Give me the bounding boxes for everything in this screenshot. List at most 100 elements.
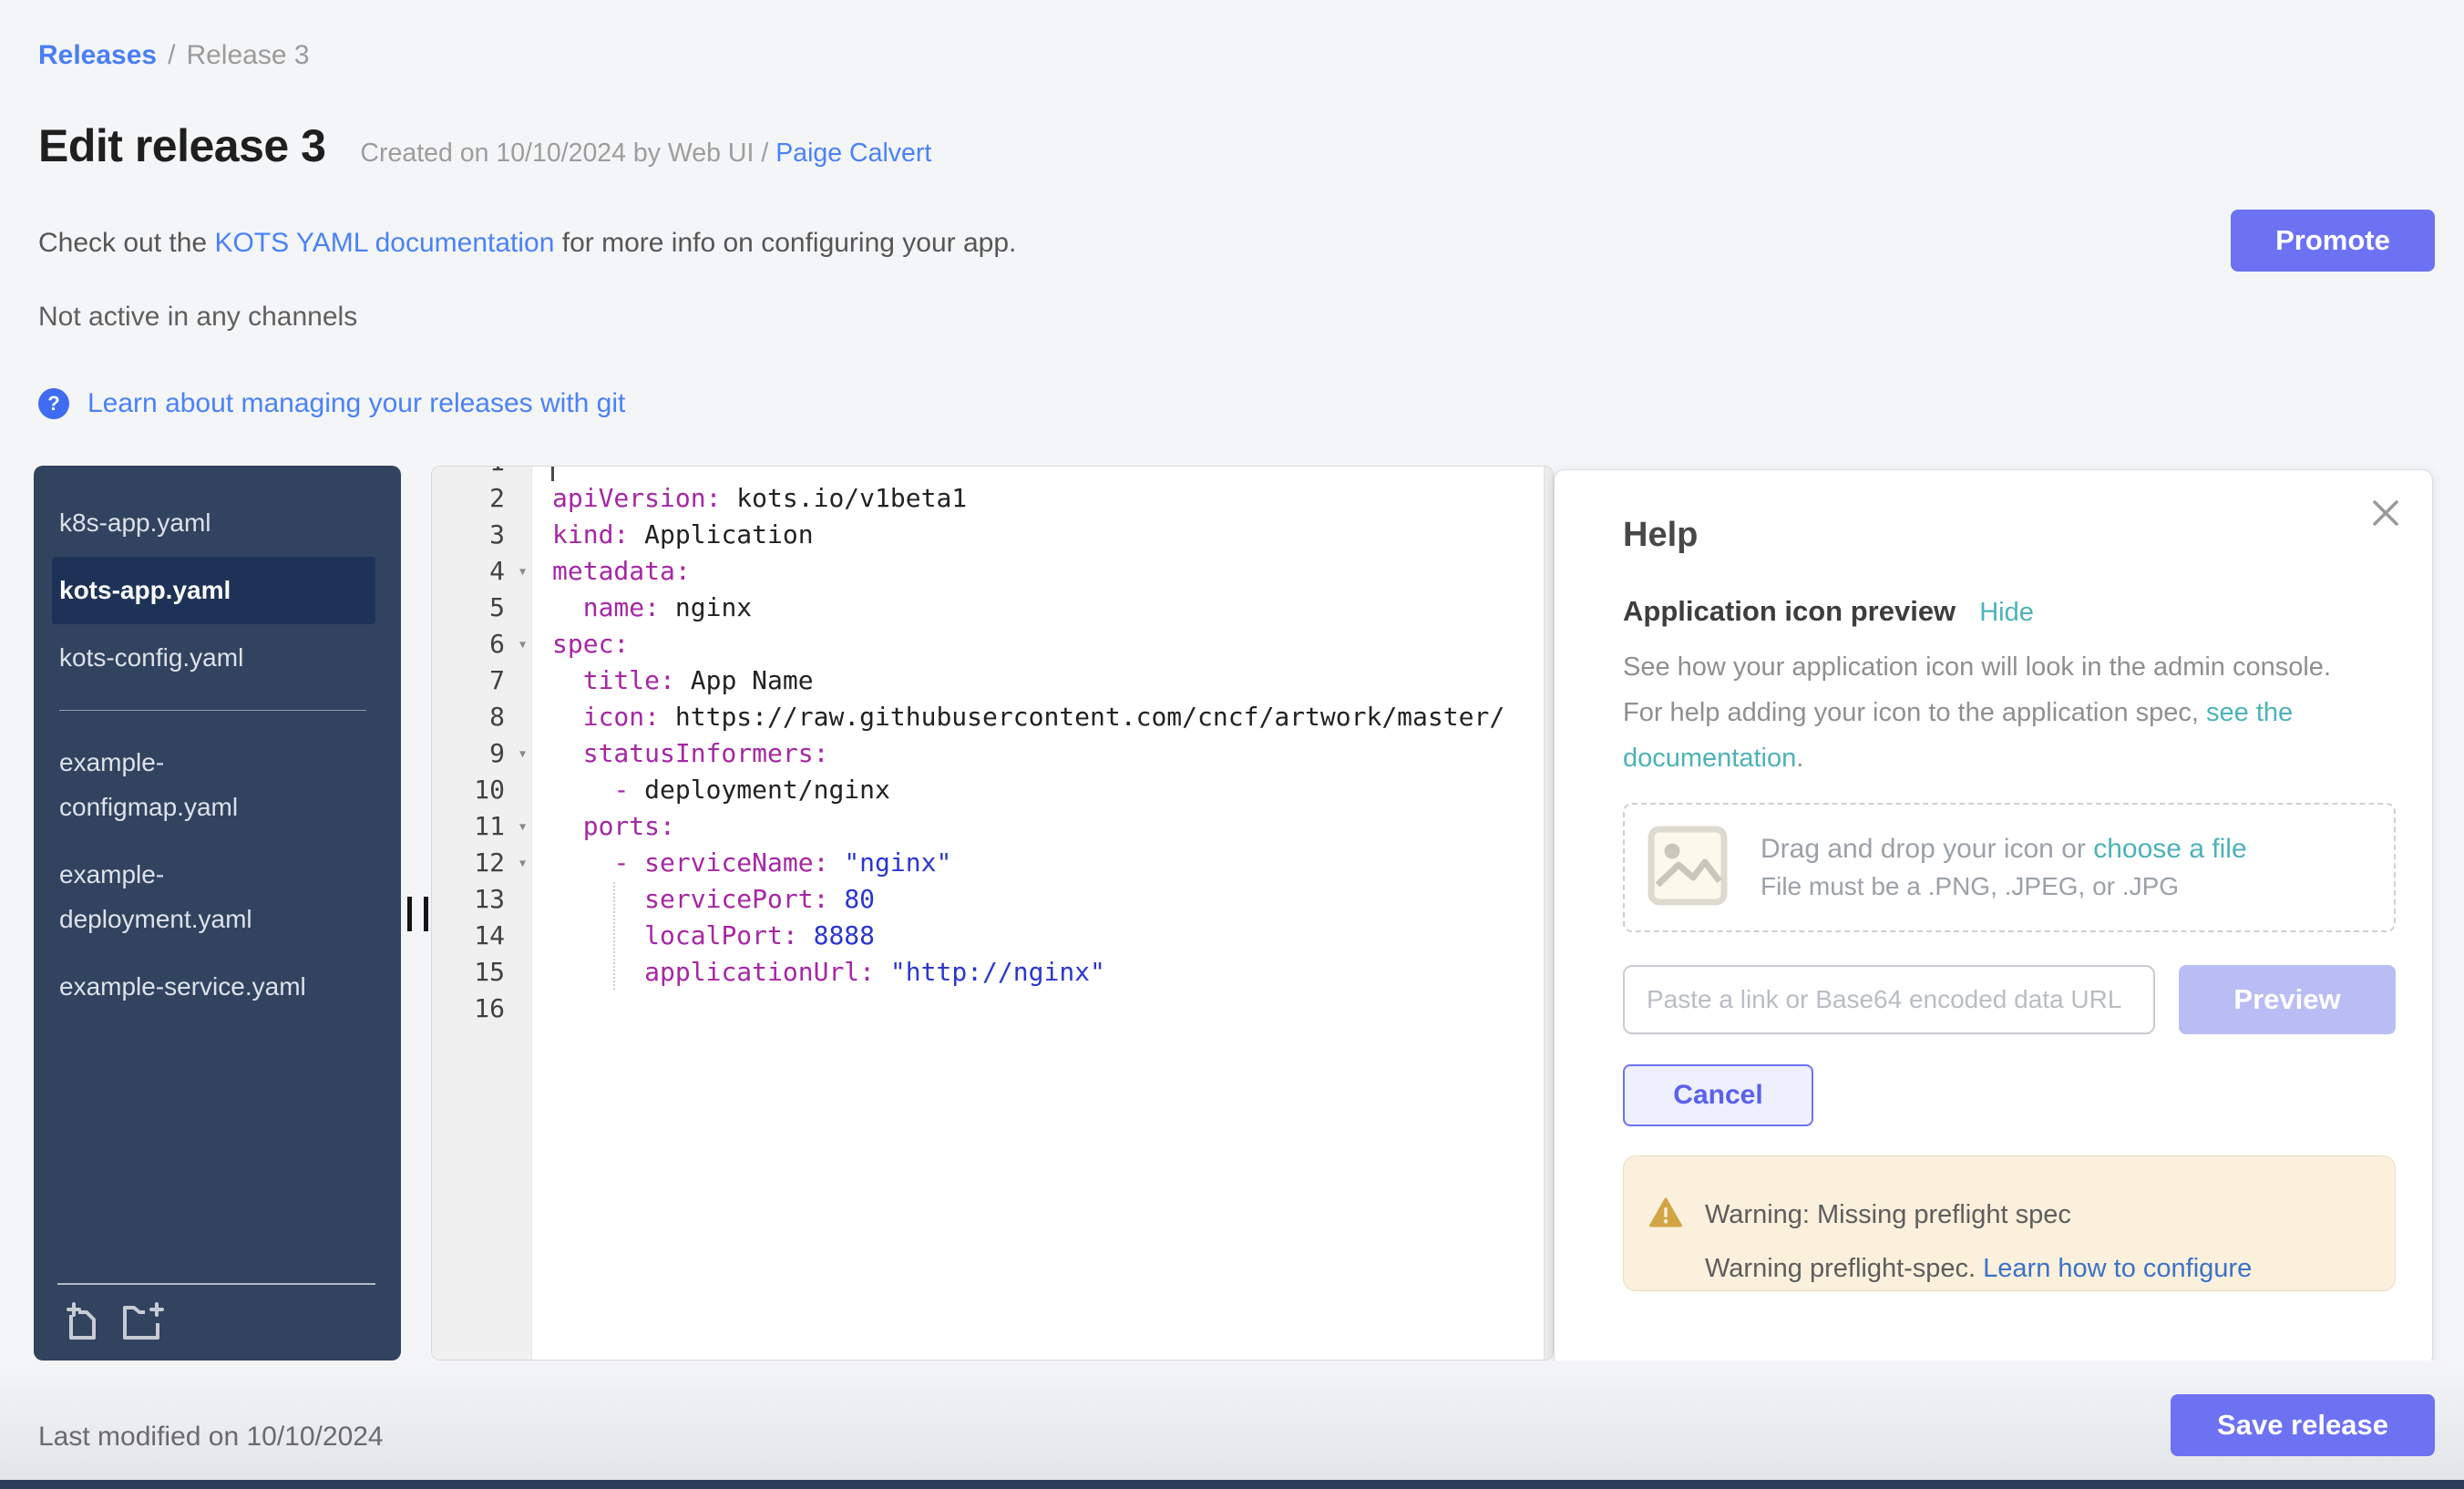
icon-preview-section: Application icon preview Hide bbox=[1623, 595, 2396, 628]
close-icon[interactable] bbox=[2370, 498, 2401, 533]
cancel-button[interactable]: Cancel bbox=[1623, 1064, 1813, 1126]
code-line-10[interactable]: 10 - deployment/nginx bbox=[432, 771, 1553, 807]
code-line-12[interactable]: 12▾ - serviceName: "nginx" bbox=[432, 844, 1553, 880]
file-item-k8s-app.yaml[interactable]: k8s-app.yaml bbox=[52, 489, 375, 557]
preflight-warning: Warning: Missing preflight spec Warning … bbox=[1623, 1155, 2396, 1291]
file-item-kots-app.yaml[interactable]: kots-app.yaml bbox=[52, 557, 375, 624]
code-line-9[interactable]: 9▾ statusInformers: bbox=[432, 734, 1553, 771]
text-cursor bbox=[551, 467, 554, 481]
line-number: 1 bbox=[432, 466, 531, 477]
indent-guide bbox=[613, 882, 615, 990]
doc-hint: Check out the KOTS YAML documentation fo… bbox=[38, 228, 1016, 259]
question-circle-icon: ? bbox=[38, 388, 69, 419]
code-line-1[interactable]: 1--- bbox=[432, 466, 1553, 479]
code-line-16[interactable]: 16 bbox=[432, 990, 1553, 1026]
code-line-6[interactable]: 6▾spec: bbox=[432, 625, 1553, 662]
code-text: kind: Application bbox=[531, 519, 814, 549]
doc-hint-post: for more info on configuring your app. bbox=[554, 228, 1016, 258]
code-text: servicePort: 80 bbox=[531, 884, 875, 914]
preview-button[interactable]: Preview bbox=[2179, 965, 2396, 1034]
code-text: name: nginx bbox=[531, 592, 752, 622]
warning-detail-text: Warning preflight-spec. bbox=[1705, 1254, 1983, 1283]
file-item-example-configmap.yaml[interactable]: example-configmap.yaml bbox=[52, 729, 375, 841]
file-name: example-service.yaml bbox=[59, 964, 306, 1009]
new-file-icon[interactable] bbox=[61, 1299, 103, 1346]
code-line-2[interactable]: 2apiVersion: kots.io/v1beta1 bbox=[432, 479, 1553, 516]
promote-button[interactable]: Promote bbox=[2231, 210, 2435, 272]
code-text: - serviceName: "nginx" bbox=[531, 847, 951, 878]
breadcrumb-separator: / bbox=[168, 40, 175, 71]
line-number: 6▾ bbox=[432, 629, 531, 659]
icon-url-input[interactable] bbox=[1623, 965, 2155, 1034]
new-folder-icon[interactable] bbox=[119, 1299, 167, 1346]
line-number: 9▾ bbox=[432, 738, 531, 768]
learn-configure-link[interactable]: Learn how to configure bbox=[1983, 1254, 2252, 1283]
code-text: statusInformers: bbox=[531, 738, 828, 768]
file-item-example-deployment.yaml[interactable]: example-deployment.yaml bbox=[52, 841, 375, 953]
code-text: ports: bbox=[531, 811, 675, 841]
help-description-period: . bbox=[1796, 744, 1803, 773]
code-text: - deployment/nginx bbox=[531, 775, 890, 805]
line-number: 7 bbox=[432, 665, 531, 695]
help-panel: Help Application icon preview Hide See h… bbox=[1554, 469, 2433, 1367]
line-number: 14 bbox=[432, 920, 531, 950]
help-description: See how your application icon will look … bbox=[1623, 644, 2352, 781]
code-line-4[interactable]: 4▾metadata: bbox=[432, 552, 1553, 589]
icon-dropzone[interactable]: Drag and drop your icon or choose a file… bbox=[1623, 803, 2396, 932]
code-line-14[interactable]: 14 localPort: 8888 bbox=[432, 917, 1553, 953]
file-item-example-service.yaml[interactable]: example-service.yaml bbox=[52, 953, 375, 1021]
code-line-13[interactable]: 13 servicePort: 80 bbox=[432, 880, 1553, 917]
line-number: 13 bbox=[432, 884, 531, 914]
breadcrumb: Releases / Release 3 bbox=[38, 40, 310, 71]
fold-arrow-icon[interactable]: ▾ bbox=[518, 634, 528, 653]
choose-file-link[interactable]: choose a file bbox=[2093, 834, 2246, 864]
bottom-bar bbox=[0, 1480, 2464, 1489]
code-line-11[interactable]: 11▾ ports: bbox=[432, 807, 1553, 844]
sidebar-actions bbox=[61, 1299, 167, 1346]
dropzone-text: Drag and drop your icon or choose a file… bbox=[1761, 834, 2247, 901]
page-title: Edit release 3 bbox=[38, 119, 325, 172]
fold-arrow-icon[interactable]: ▾ bbox=[518, 816, 528, 836]
help-title: Help bbox=[1623, 516, 2396, 555]
code-text: icon: https://raw.githubusercontent.com/… bbox=[531, 702, 1504, 732]
line-number: 12▾ bbox=[432, 847, 531, 878]
line-number: 11▾ bbox=[432, 811, 531, 841]
fold-arrow-icon[interactable]: ▾ bbox=[518, 744, 528, 763]
sidebar-resize-handle[interactable] bbox=[407, 897, 428, 931]
code-lines: 1---2apiVersion: kots.io/v1beta13kind: A… bbox=[432, 466, 1553, 1026]
code-text: title: App Name bbox=[531, 665, 814, 695]
drop-instruction: Drag and drop your icon or bbox=[1761, 834, 2093, 864]
hide-link[interactable]: Hide bbox=[1979, 598, 2034, 628]
line-number: 2 bbox=[432, 483, 531, 513]
section-title: Application icon preview bbox=[1623, 595, 1956, 628]
git-help-row[interactable]: ? Learn about managing your releases wit… bbox=[38, 388, 625, 419]
git-releases-link[interactable]: Learn about managing your releases with … bbox=[87, 388, 625, 419]
fold-arrow-icon[interactable]: ▾ bbox=[518, 853, 528, 872]
file-name: example-configmap.yaml bbox=[59, 740, 333, 829]
file-name: example-deployment.yaml bbox=[59, 852, 333, 941]
line-number: 3 bbox=[432, 519, 531, 549]
yaml-editor[interactable]: 1---2apiVersion: kots.io/v1beta13kind: A… bbox=[431, 466, 1554, 1361]
code-line-15[interactable]: 15 applicationUrl: "http://nginx" bbox=[432, 953, 1553, 990]
last-modified: Last modified on 10/10/2024 bbox=[38, 1422, 384, 1453]
file-list: k8s-app.yaml kots-app.yaml kots-config.yam… bbox=[34, 466, 401, 1021]
title-row: Edit release 3 Created on 10/10/2024 by … bbox=[38, 119, 931, 172]
code-line-5[interactable]: 5 name: nginx bbox=[432, 589, 1553, 625]
file-sidebar: k8s-app.yaml kots-app.yaml kots-config.yam… bbox=[34, 466, 401, 1361]
save-release-button[interactable]: Save release bbox=[2171, 1394, 2435, 1456]
line-number: 5 bbox=[432, 592, 531, 622]
warning-triangle-icon bbox=[1648, 1196, 1683, 1233]
code-line-3[interactable]: 3kind: Application bbox=[432, 516, 1553, 552]
file-name: kots-config.yaml bbox=[59, 635, 243, 680]
file-name: kots-app.yaml bbox=[59, 568, 231, 612]
breadcrumb-releases-link[interactable]: Releases bbox=[38, 40, 157, 71]
fold-arrow-icon[interactable]: ▾ bbox=[518, 561, 528, 580]
editor-scrollbar[interactable] bbox=[1544, 467, 1553, 1360]
code-line-7[interactable]: 7 title: App Name bbox=[432, 662, 1553, 698]
kots-yaml-doc-link[interactable]: KOTS YAML documentation bbox=[214, 228, 554, 258]
created-author-link[interactable]: Paige Calvert bbox=[775, 139, 931, 168]
code-text: --- bbox=[531, 466, 599, 477]
file-item-kots-config.yaml[interactable]: kots-config.yaml bbox=[52, 624, 375, 692]
sidebar-bottom-divider bbox=[57, 1283, 375, 1285]
code-line-8[interactable]: 8 icon: https://raw.githubusercontent.co… bbox=[432, 698, 1553, 734]
